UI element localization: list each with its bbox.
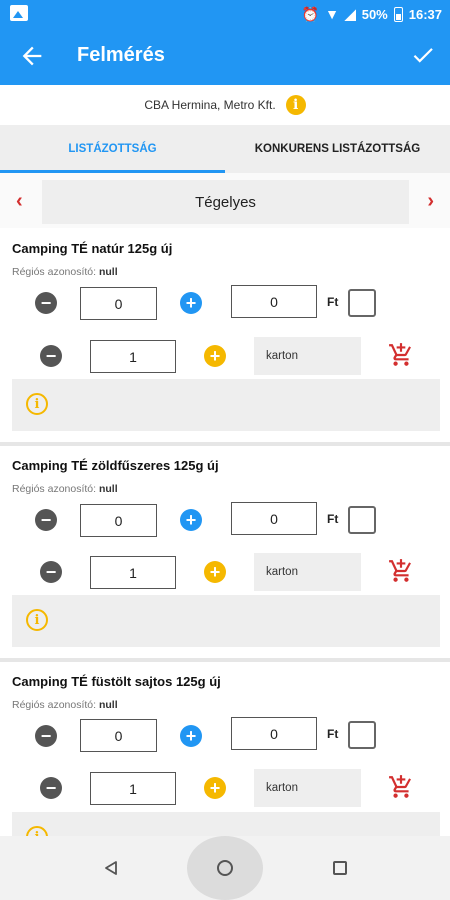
tab-konkurens-listazottsag[interactable]: KONKURENS LISTÁZOTTSÁG xyxy=(225,125,450,173)
qty-field[interactable]: 0 xyxy=(80,719,157,752)
unit-select[interactable]: karton xyxy=(254,769,361,807)
system-nav-bar xyxy=(0,836,450,900)
note-box[interactable]: i xyxy=(12,812,440,836)
add-to-cart-icon[interactable] xyxy=(388,774,414,800)
nav-recents-icon[interactable] xyxy=(333,861,347,875)
region-id: Régiós azonosító: null xyxy=(12,699,118,711)
product-name: Camping TÉ zöldfűszeres 125g új xyxy=(12,458,219,473)
store-label: CBA Hermina, Metro Kft. xyxy=(144,98,276,112)
product-name: Camping TÉ natúr 125g új xyxy=(12,241,173,256)
decrease-order-button[interactable]: − xyxy=(40,345,62,367)
battery-icon xyxy=(393,6,403,22)
gallery-icon xyxy=(10,5,28,21)
check-icon[interactable] xyxy=(410,41,436,69)
info-icon: i xyxy=(26,609,48,631)
nav-back-icon[interactable] xyxy=(103,860,119,876)
qty-field[interactable]: 0 xyxy=(80,504,157,537)
decrease-order-button[interactable]: − xyxy=(40,777,62,799)
increase-qty-button[interactable]: + xyxy=(180,725,202,747)
tab-listazottsag[interactable]: LISTÁZOTTSÁG xyxy=(0,125,225,173)
tab-bar: LISTÁZOTTSÁG KONKURENS LISTÁZOTTSÁG xyxy=(0,125,450,173)
nav-home-icon[interactable] xyxy=(217,860,233,876)
battery-percent: 50% xyxy=(361,6,388,22)
chevron-right-icon[interactable]: › xyxy=(427,190,434,213)
price-field[interactable]: 0 xyxy=(231,285,317,318)
page-title: Felmérés xyxy=(77,44,165,66)
unit-select[interactable]: karton xyxy=(254,337,361,375)
region-id: Régiós azonosító: null xyxy=(12,266,118,278)
store-bar: CBA Hermina, Metro Kft. i xyxy=(0,85,450,125)
add-to-cart-icon[interactable] xyxy=(388,342,414,368)
order-qty-field[interactable]: 1 xyxy=(90,340,176,373)
increase-qty-button[interactable]: + xyxy=(180,509,202,531)
back-arrow-icon[interactable] xyxy=(18,42,46,70)
decrease-qty-button[interactable]: − xyxy=(35,292,57,314)
signal-icon: ◢ xyxy=(344,6,356,22)
checkbox[interactable] xyxy=(348,289,376,317)
qty-field[interactable]: 0 xyxy=(80,287,157,320)
decrease-qty-button[interactable]: − xyxy=(35,725,57,747)
decrease-order-button[interactable]: − xyxy=(40,561,62,583)
note-box[interactable]: i xyxy=(12,379,440,431)
increase-order-button[interactable]: + xyxy=(204,777,226,799)
product-card: Camping TÉ füstölt sajtos 125g új Régiós… xyxy=(0,662,450,836)
add-to-cart-icon[interactable] xyxy=(388,558,414,584)
increase-order-button[interactable]: + xyxy=(204,345,226,367)
product-card: Camping TÉ zöldfűszeres 125g új Régiós a… xyxy=(0,446,450,662)
product-card: Camping TÉ natúr 125g új Régiós azonosít… xyxy=(0,228,450,446)
currency-label: Ft xyxy=(327,512,339,526)
wifi-icon: ▼ xyxy=(325,6,339,22)
region-id: Régiós azonosító: null xyxy=(12,483,118,495)
product-name: Camping TÉ füstölt sajtos 125g új xyxy=(12,674,221,689)
category-label: Tégelyes xyxy=(42,180,409,224)
currency-label: Ft xyxy=(327,295,339,309)
order-qty-field[interactable]: 1 xyxy=(90,556,176,589)
status-bar: ⏰ ▼ ◢ 50% 16:37 xyxy=(0,0,450,28)
chevron-left-icon[interactable]: ‹ xyxy=(16,190,23,213)
decrease-qty-button[interactable]: − xyxy=(35,509,57,531)
info-icon: i xyxy=(26,393,48,415)
checkbox[interactable] xyxy=(348,506,376,534)
note-box[interactable]: i xyxy=(12,595,440,647)
checkbox[interactable] xyxy=(348,721,376,749)
order-qty-field[interactable]: 1 xyxy=(90,772,176,805)
increase-order-button[interactable]: + xyxy=(204,561,226,583)
increase-qty-button[interactable]: + xyxy=(180,292,202,314)
price-field[interactable]: 0 xyxy=(231,717,317,750)
unit-select[interactable]: karton xyxy=(254,553,361,591)
info-icon: i xyxy=(26,826,48,836)
app-bar: Felmérés xyxy=(0,28,450,85)
price-field[interactable]: 0 xyxy=(231,502,317,535)
clock: 16:37 xyxy=(408,6,442,22)
category-selector: ‹ Tégelyes › xyxy=(0,180,450,224)
currency-label: Ft xyxy=(327,727,339,741)
info-icon[interactable]: i xyxy=(285,95,306,115)
alarm-icon: ⏰ xyxy=(301,6,320,22)
